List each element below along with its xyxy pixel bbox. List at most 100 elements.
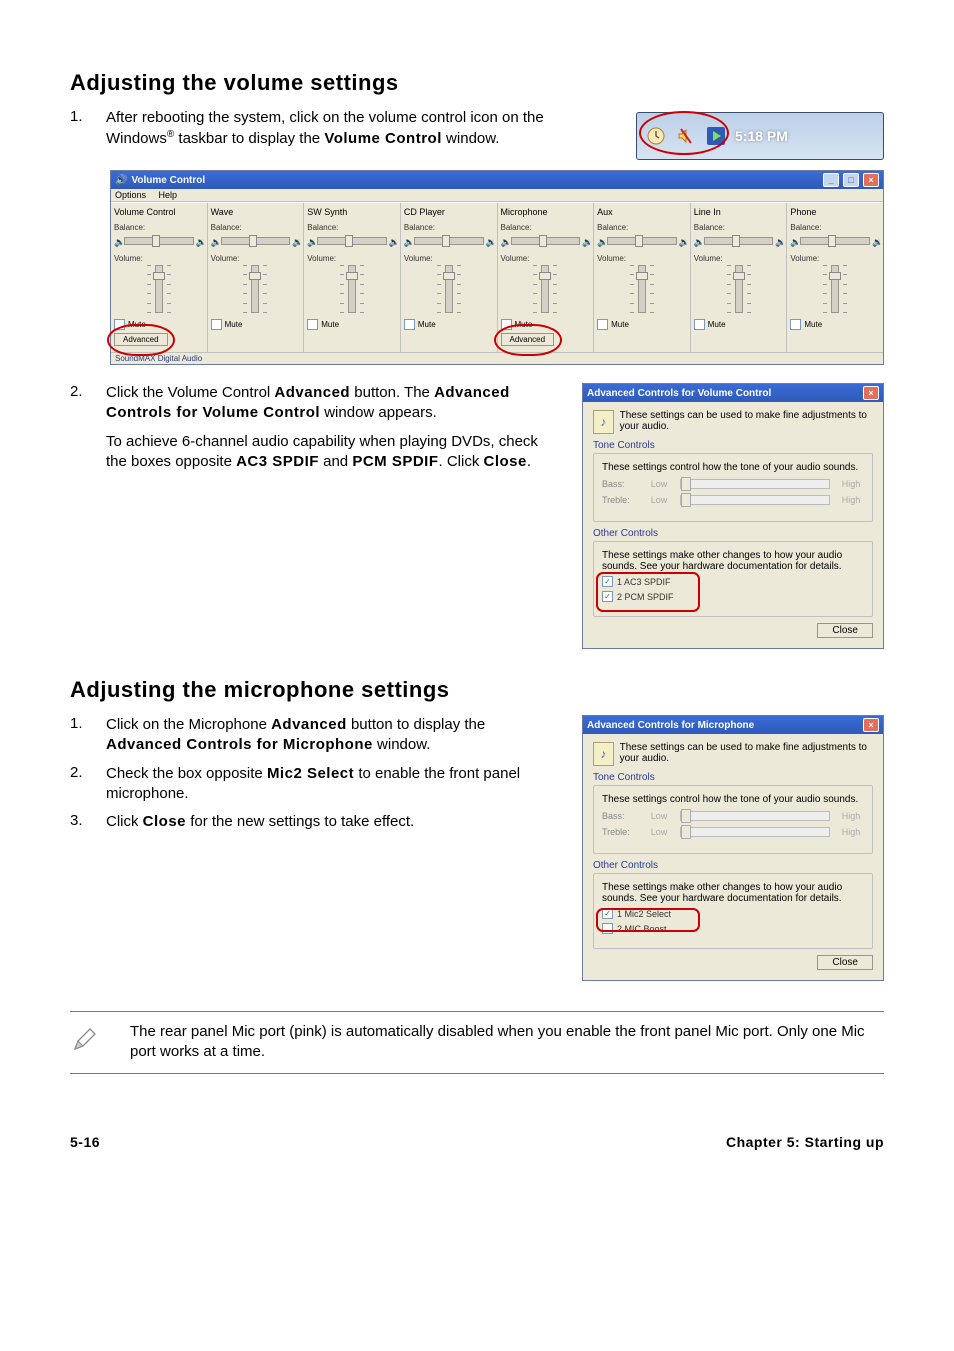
bass-label: Bass:: [602, 811, 638, 821]
checkbox[interactable]: [602, 923, 613, 934]
mute-row[interactable]: Mute: [211, 319, 301, 330]
text: button to display the: [347, 716, 485, 733]
volume-slider[interactable]: [638, 265, 646, 313]
mixer-col-volume-control: Volume Control Balance: 🔈🔉 Volume: Mute …: [111, 203, 208, 352]
text: and: [319, 453, 352, 470]
mute-label: Mute: [225, 320, 243, 329]
window-titlebar: 🔊 Volume Control _ □ ×: [111, 171, 883, 189]
volume-slider[interactable]: [348, 265, 356, 313]
note-icon: ♪: [593, 410, 614, 434]
mute-label: Mute: [128, 320, 146, 329]
balance-slider[interactable]: [124, 237, 194, 245]
page-footer: 5-16 Chapter 5: Starting up: [70, 1134, 884, 1150]
volume-slider[interactable]: [445, 265, 453, 313]
mute-row[interactable]: Mute: [597, 319, 687, 330]
balance-slider[interactable]: [317, 237, 387, 245]
mute-row[interactable]: Mute: [694, 319, 784, 330]
volume-advanced-button[interactable]: Advanced: [114, 333, 168, 346]
volume-slider[interactable]: [155, 265, 163, 313]
volume-slider[interactable]: [735, 265, 743, 313]
mute-row[interactable]: Mute: [790, 319, 880, 330]
mute-row[interactable]: Mute: [501, 319, 591, 330]
balance-label: Balance:: [211, 223, 301, 232]
balance-slider[interactable]: [414, 237, 484, 245]
mute-checkbox[interactable]: [790, 319, 801, 330]
col-title: CD Player: [404, 207, 494, 217]
dialog-titlebar: Advanced Controls for Microphone×: [583, 716, 883, 734]
bold-text: Mic2 Select: [267, 765, 354, 782]
mute-row[interactable]: Mute: [404, 319, 494, 330]
pcm-spdif-row[interactable]: ✓2 PCM SPDIF: [602, 591, 864, 602]
checkbox-label: 1 AC3 SPDIF: [617, 577, 671, 587]
mute-checkbox[interactable]: [694, 319, 705, 330]
balance-slider[interactable]: [800, 237, 870, 245]
vol-step-2: 2. Click the Volume Control Advanced but…: [70, 383, 562, 472]
balance-label: Balance:: [114, 223, 204, 232]
checkbox-label: 2 MIC Boost: [617, 924, 667, 934]
mixer-col-wave: Wave Balance: 🔈🔉 Volume: Mute: [208, 203, 305, 352]
volume-label: Volume:: [501, 254, 591, 263]
mic2-select-row[interactable]: ✓ 1 Mic2 Select: [602, 908, 864, 919]
close-button[interactable]: ×: [863, 718, 879, 732]
tone-desc: These settings control how the tone of y…: [602, 794, 864, 805]
ac3-spdif-row[interactable]: ✓ 1 AC3 SPDIF: [602, 576, 864, 587]
text: Click the Volume Control: [106, 384, 274, 401]
bass-slider[interactable]: [680, 479, 830, 489]
text: Click on the Microphone: [106, 716, 271, 733]
speaker-right-icon: 🔉: [292, 237, 300, 245]
mute-row[interactable]: Mute: [114, 319, 204, 330]
volume-slider[interactable]: [541, 265, 549, 313]
close-button[interactable]: Close: [817, 955, 873, 970]
volume-control-window: 🔊 Volume Control _ □ × Options Help Volu…: [110, 170, 884, 365]
low-label: Low: [646, 495, 672, 505]
tray-time: 5:18 PM: [735, 128, 788, 144]
text: window.: [442, 130, 500, 147]
mute-checkbox[interactable]: [501, 319, 512, 330]
vol-step-1: 1. After rebooting the system, click on …: [70, 108, 616, 150]
balance-slider[interactable]: [511, 237, 581, 245]
balance-slider[interactable]: [607, 237, 677, 245]
balance-slider[interactable]: [221, 237, 291, 245]
close-button[interactable]: ×: [863, 173, 879, 187]
mute-checkbox[interactable]: [114, 319, 125, 330]
checkbox[interactable]: ✓: [602, 591, 613, 602]
balance-slider[interactable]: [704, 237, 774, 245]
mute-row[interactable]: Mute: [307, 319, 397, 330]
menu-help[interactable]: Help: [159, 190, 178, 200]
balance-label: Balance:: [694, 223, 784, 232]
advanced-volume-dialog: Advanced Controls for Volume Control× ♪T…: [582, 383, 884, 649]
mute-checkbox[interactable]: [597, 319, 608, 330]
maximize-button[interactable]: □: [843, 173, 859, 187]
mic-boost-row[interactable]: 2 MIC Boost: [602, 923, 864, 934]
mute-checkbox[interactable]: [404, 319, 415, 330]
checkbox[interactable]: ✓: [602, 908, 613, 919]
fieldset-label: Tone Controls: [593, 440, 873, 451]
low-label: Low: [646, 811, 672, 821]
menu-options[interactable]: Options: [115, 190, 146, 200]
mute-checkbox[interactable]: [307, 319, 318, 330]
bass-slider[interactable]: [680, 811, 830, 821]
checkbox[interactable]: ✓: [602, 576, 613, 587]
low-label: Low: [646, 479, 672, 489]
treble-slider[interactable]: [680, 495, 830, 505]
menubar: Options Help: [111, 189, 883, 202]
other-controls-fieldset: These settings make other changes to how…: [593, 541, 873, 617]
col-title: Line In: [694, 207, 784, 217]
minimize-button[interactable]: _: [823, 173, 839, 187]
note-text: The rear panel Mic port (pink) is automa…: [130, 1022, 884, 1063]
bold-text: AC3 SPDIF: [236, 453, 319, 470]
volume-slider[interactable]: [251, 265, 259, 313]
checkbox-label: 1 Mic2 Select: [617, 909, 671, 919]
treble-slider[interactable]: [680, 827, 830, 837]
high-label: High: [838, 811, 864, 821]
speaker-left-icon: 🔈: [501, 237, 509, 245]
mic-step-1: 1. Click on the Microphone Advanced butt…: [70, 715, 562, 756]
mic-advanced-button[interactable]: Advanced: [501, 333, 555, 346]
close-button[interactable]: ×: [863, 386, 879, 400]
volume-slider[interactable]: [831, 265, 839, 313]
col-title: Aux: [597, 207, 687, 217]
mute-checkbox[interactable]: [211, 319, 222, 330]
page-number: 5-16: [70, 1134, 100, 1150]
close-button[interactable]: Close: [817, 623, 873, 638]
other-desc: These settings make other changes to how…: [602, 550, 864, 572]
